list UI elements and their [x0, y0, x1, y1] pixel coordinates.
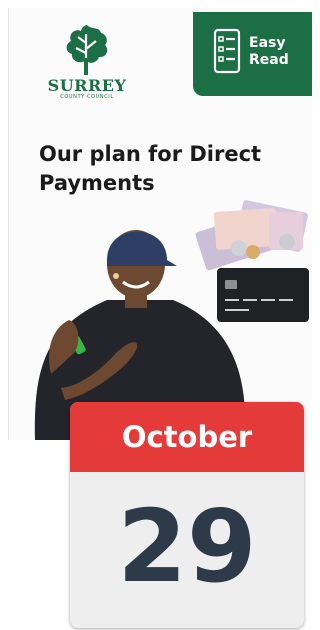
- page-title: Our plan for Direct Payments: [39, 140, 279, 198]
- easy-read-badge: Easy Read: [193, 12, 312, 96]
- easy-read-label-line1: Easy: [249, 35, 286, 51]
- date-calendar-icon: October 29: [70, 402, 304, 628]
- easy-read-label-line2: Read: [249, 52, 289, 68]
- surrey-county-council-logo: SURREY COUNTY COUNCIL: [39, 22, 135, 112]
- title-line-2: Payments: [39, 171, 155, 195]
- calendar-day: 29: [117, 488, 257, 605]
- checklist-icon: [213, 28, 241, 74]
- oak-leaf-icon: [66, 25, 108, 75]
- council-name: SURREY: [47, 76, 127, 95]
- council-subtitle: COUNTY COUNCIL: [60, 94, 114, 100]
- calendar-month: October: [70, 402, 304, 472]
- easy-read-cover: SURREY COUNTY COUNCIL Easy Read Our plan…: [8, 8, 312, 440]
- title-line-1: Our plan for Direct: [39, 142, 262, 166]
